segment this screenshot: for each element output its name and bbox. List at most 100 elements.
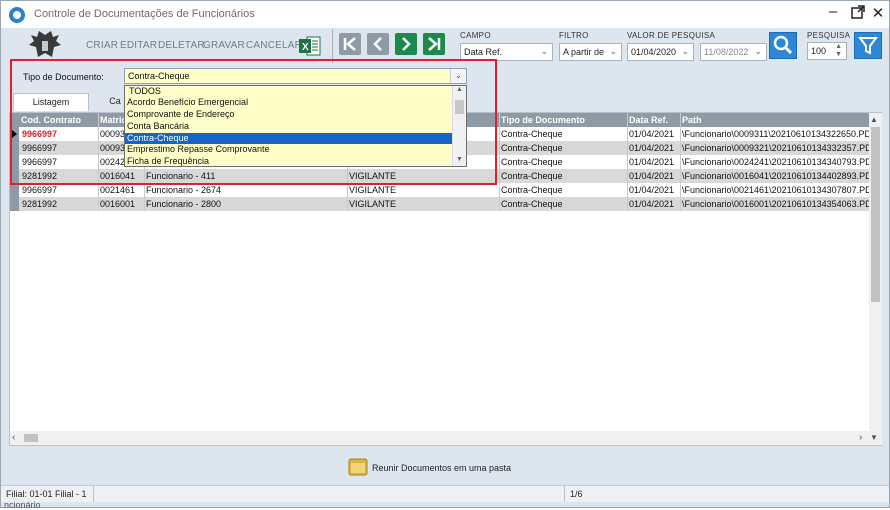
close-icon[interactable]: ✕ <box>869 5 887 23</box>
minimize-icon[interactable]: – <box>824 3 842 21</box>
excel-export-icon[interactable]: X <box>299 36 321 56</box>
pesquisa-spinner[interactable]: 100 ▲ ▼ <box>807 42 847 60</box>
cell-tipo: Contra-Cheque <box>501 199 563 209</box>
scroll-down-icon[interactable]: ▼ <box>870 433 878 442</box>
document-type-dropdown: TODOS Acordo Benefício Emergencial Compr… <box>124 85 467 167</box>
spinner-arrows-icon[interactable]: ▲ ▼ <box>835 43 842 59</box>
column-divider <box>680 113 681 211</box>
row-indicator <box>10 183 19 197</box>
cell-cargo: VIGILANTE <box>349 185 397 195</box>
save-button[interactable]: GRAVAR <box>203 40 245 51</box>
col-header-data-ref[interactable]: Data Ref. <box>629 115 668 125</box>
cell-path: \Funcionario\0009311\20210610134322650.P… <box>682 129 869 139</box>
cancel-button[interactable]: CANCELAR <box>246 40 302 51</box>
cell-path: \Funcionario\0016041\20210610134402893.P… <box>682 171 869 181</box>
dropdown-option[interactable]: Conta Bancária <box>125 121 453 132</box>
cell-data-ref: 01/04/2021 <box>629 185 675 195</box>
cell-data-ref: 01/04/2021 <box>629 143 675 153</box>
table-row[interactable]: 9281992 0016001 Funcionario - 2800 VIGIL… <box>10 197 869 211</box>
pesquisa-value: 100 <box>811 46 827 56</box>
scroll-up-icon[interactable]: ▲ <box>870 115 878 124</box>
cell-cod-contrato: 9281992 <box>22 199 58 209</box>
row-indicator <box>10 197 19 211</box>
status-bar <box>1 485 889 502</box>
chevron-down-icon: ⌄ <box>681 46 689 56</box>
valor-to-value: 11/08/2022 <box>704 47 749 57</box>
company-crest-icon <box>29 31 61 57</box>
column-divider <box>499 113 500 211</box>
campo-select-value: Data Ref. <box>464 47 503 57</box>
cell-cod-contrato: 9966997 <box>22 185 58 195</box>
filtro-label: FILTRO <box>559 31 589 40</box>
scroll-right-icon[interactable]: › <box>859 432 862 443</box>
last-record-icon[interactable] <box>423 33 445 55</box>
valor-from-input[interactable]: 01/04/2020 ⌄ <box>627 43 694 61</box>
dropdown-option-selected[interactable]: Contra-Cheque <box>125 133 453 144</box>
maximize-icon[interactable] <box>849 5 867 24</box>
table-row[interactable]: 9966997 0021461 Funcionario - 2674 VIGIL… <box>10 183 869 197</box>
dropdown-option[interactable]: Comprovante de Endereço <box>125 109 453 120</box>
document-type-combo-value: Contra-Cheque <box>128 71 190 81</box>
cell-tipo: Contra-Cheque <box>501 157 563 167</box>
first-record-icon[interactable] <box>339 33 361 55</box>
document-type-combo[interactable]: Contra-Cheque ⌄ <box>124 68 467 84</box>
cell-tipo: Contra-Cheque <box>501 129 563 139</box>
filter-button[interactable] <box>854 32 882 59</box>
cell-path: \Funcionario\0009321\20210610134332357.P… <box>682 143 869 153</box>
col-header-tipo-documento[interactable]: Tipo de Documento <box>501 115 585 125</box>
valor-pesquisa-label: VALOR DE PESQUISA <box>627 31 716 40</box>
title-bar: Controle de Documentações de Funcionário… <box>1 1 889 28</box>
dropdown-option[interactable]: Ficha de Frequência <box>125 156 453 166</box>
window-title: Controle de Documentações de Funcionário… <box>34 8 255 20</box>
cell-path: \Funcionario\0024241\20210610134340793.P… <box>682 157 869 167</box>
dropdown-option[interactable]: TODOS <box>125 86 453 97</box>
dropdown-scroll-thumb[interactable] <box>455 100 464 114</box>
filter-icon <box>858 37 878 55</box>
cell-matricula: 0021461 <box>100 185 136 195</box>
cell-data-ref: 01/04/2021 <box>629 129 675 139</box>
main-window: Controle de Documentações de Funcionário… <box>0 0 890 510</box>
cell-nome: Funcionario - 2674 <box>146 185 222 195</box>
vertical-scroll-thumb[interactable] <box>871 127 880 302</box>
status-clipped-text: ncionário <box>4 500 41 510</box>
horizontal-scrollbar[interactable]: ‹ › <box>10 431 869 445</box>
scroll-left-icon[interactable]: ‹ <box>12 432 15 443</box>
chevron-down-icon: ⌄ <box>540 46 548 56</box>
cell-data-ref: 01/04/2021 <box>629 171 675 181</box>
vertical-scrollbar[interactable]: ▲ ▼ <box>869 113 882 445</box>
chevron-down-icon: ⌄ <box>609 46 617 56</box>
folder-icon[interactable] <box>348 457 368 477</box>
edit-button[interactable]: EDITAR <box>120 40 157 51</box>
valor-from-value: 01/04/2020 <box>631 47 677 57</box>
column-divider <box>627 113 628 211</box>
pesquisa-label: PESQUISA <box>807 31 851 40</box>
search-icon <box>773 35 793 55</box>
cell-tipo: Contra-Cheque <box>501 143 563 153</box>
horizontal-scroll-thumb[interactable] <box>24 434 38 442</box>
cell-cargo: VIGILANTE <box>349 199 397 209</box>
next-record-icon[interactable] <box>395 33 417 55</box>
col-header-path[interactable]: Path <box>682 115 702 125</box>
valor-to-input[interactable]: 11/08/2022 ⌄ <box>700 43 767 61</box>
cell-data-ref: 01/04/2021 <box>629 199 675 209</box>
delete-button[interactable]: DELETAR <box>158 40 205 51</box>
status-page: 1/6 <box>570 489 583 499</box>
svg-text:X: X <box>302 42 309 53</box>
scroll-up-icon[interactable]: ▲ <box>456 86 463 93</box>
search-button[interactable] <box>769 32 797 59</box>
gather-documents-button[interactable]: Reunir Documentos em uma pasta <box>372 463 511 483</box>
dropdown-option[interactable]: Acordo Benefício Emergencial <box>125 97 453 108</box>
scroll-down-icon[interactable]: ▼ <box>456 156 463 163</box>
document-type-label: Tipo de Documento: <box>23 72 104 82</box>
chevron-down-icon: ⌄ <box>754 46 762 56</box>
chevron-down-icon[interactable]: ⌄ <box>450 69 466 83</box>
cell-tipo: Contra-Cheque <box>501 185 563 195</box>
filtro-select[interactable]: A partir de ⌄ <box>559 43 622 61</box>
dropdown-scrollbar[interactable]: ▲ ▼ <box>452 86 466 166</box>
filtro-select-value: A partir de <box>563 47 605 57</box>
dropdown-option[interactable]: Emprestimo Repasse Comprovante <box>125 144 453 155</box>
toolbar-separator <box>332 29 333 63</box>
status-filial: Filial: 01-01 Filial - 1 <box>6 489 87 499</box>
previous-record-icon[interactable] <box>367 33 389 55</box>
create-button[interactable]: CRIAR <box>86 40 118 51</box>
